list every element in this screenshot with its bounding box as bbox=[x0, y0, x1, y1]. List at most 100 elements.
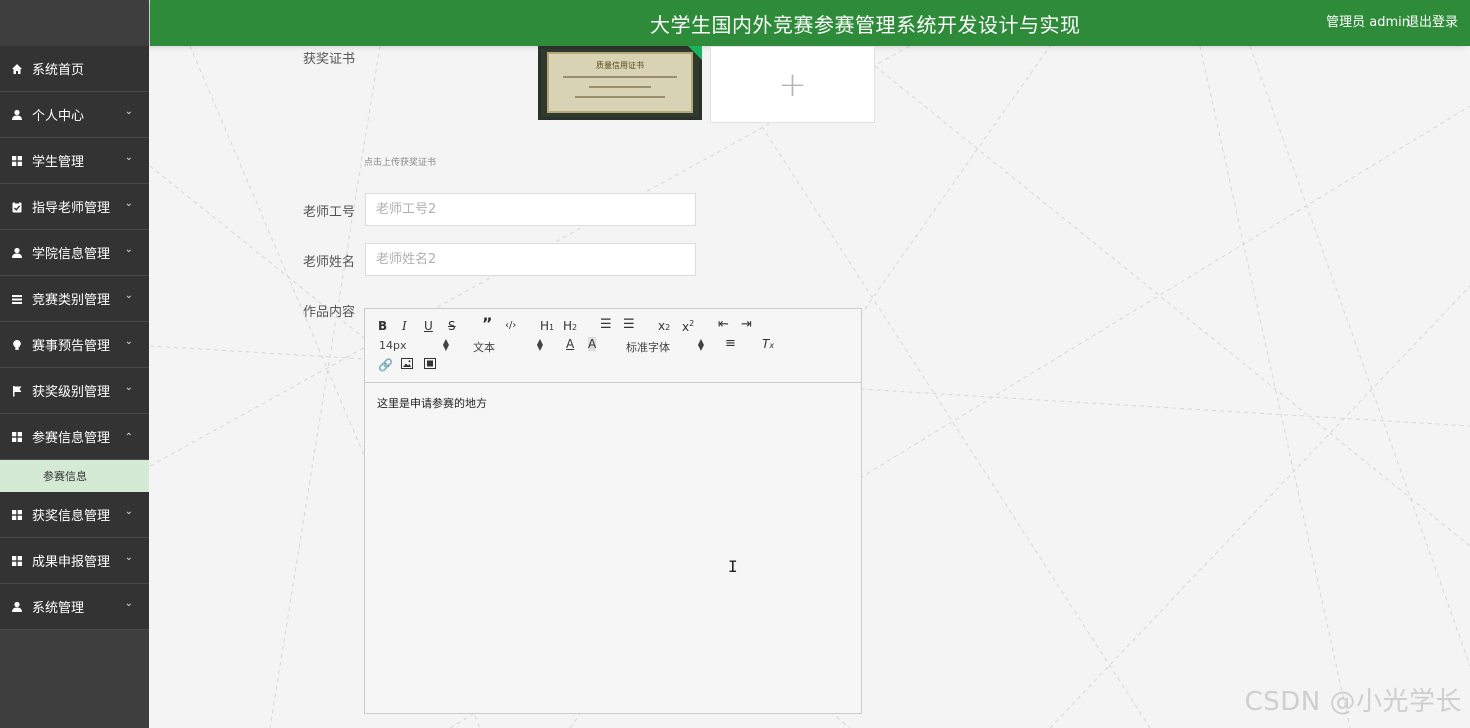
home-icon bbox=[10, 62, 24, 76]
chevron-down-icon: ⌄ bbox=[124, 382, 133, 393]
font-color-icon[interactable]: A bbox=[566, 337, 574, 351]
sidebar-item-label: 获奖级别管理 bbox=[32, 385, 111, 400]
sidebar-item-achievement-report[interactable]: 成果申报管理 ⌄ bbox=[0, 538, 149, 584]
chevron-down-icon: ⌄ bbox=[124, 336, 133, 347]
sidebar-item-student-management[interactable]: 学生管理 ⌄ bbox=[0, 138, 149, 184]
clear-format-icon[interactable]: Tx bbox=[762, 337, 774, 353]
font-family-value: 标准字体 bbox=[626, 341, 670, 354]
certificate-text-line bbox=[563, 76, 677, 78]
heading1-button[interactable]: H1 bbox=[540, 319, 554, 335]
sidebar-item-label: 系统管理 bbox=[32, 601, 85, 616]
sidebar-item-label: 成果申报管理 bbox=[32, 555, 111, 570]
top-header: 大学生国内外竞赛参赛管理系统开发设计与实现 管理员 admin 退出登录 bbox=[150, 0, 1470, 46]
grid-icon bbox=[10, 154, 24, 168]
block-type-value: 文本 bbox=[473, 341, 495, 354]
italic-button[interactable]: I bbox=[402, 319, 407, 333]
link-icon[interactable]: 🔗 bbox=[378, 358, 393, 372]
editor-content[interactable]: 这里是申请参赛的地方 bbox=[365, 383, 861, 713]
list-icon bbox=[10, 292, 24, 306]
font-size-value: 14px bbox=[379, 339, 407, 352]
user-icon bbox=[10, 246, 24, 260]
rich-text-editor: B I U S ” ‹/› H1 H2 ☰ ☰ x2 x2 ⇤ ⇥ 14px ▲ ▼… bbox=[364, 308, 862, 714]
strike-button[interactable]: S bbox=[448, 319, 456, 333]
certificate-label: 获奖证书 bbox=[303, 52, 356, 67]
sidebar-item-label: 参赛信息管理 bbox=[32, 431, 111, 446]
bold-button[interactable]: B bbox=[378, 319, 387, 333]
font-size-select[interactable]: 14px ▲ ▼ bbox=[379, 338, 449, 353]
sidebar-item-system-management[interactable]: 系统管理 ⌄ bbox=[0, 584, 149, 630]
subscript-button[interactable]: x2 bbox=[658, 319, 670, 335]
video-icon[interactable] bbox=[424, 358, 436, 372]
sidebar-subitem-participation-info[interactable]: 参赛信息 bbox=[0, 460, 149, 492]
chevron-down-icon: ⌄ bbox=[124, 290, 133, 301]
superscript-button[interactable]: x2 bbox=[682, 317, 694, 334]
select-caret-icon: ▲ ▼ bbox=[697, 337, 704, 352]
sidebar-item-label: 学院信息管理 bbox=[32, 247, 111, 262]
font-family-select[interactable]: 标准字体 ▲ ▼ bbox=[626, 337, 704, 355]
selected-check-icon bbox=[688, 46, 702, 60]
block-type-select[interactable]: 文本 ▲ ▼ bbox=[473, 337, 543, 355]
indent-icon[interactable]: ⇥ bbox=[741, 318, 752, 332]
plus-icon: + bbox=[778, 64, 807, 105]
heading2-button[interactable]: H2 bbox=[563, 319, 577, 335]
sidebar-item-category-management[interactable]: 竞赛类别管理 ⌄ bbox=[0, 276, 149, 322]
watermark: CSDN @小光学长 bbox=[1244, 687, 1462, 717]
editor-toolbar: B I U S ” ‹/› H1 H2 ☰ ☰ x2 x2 ⇤ ⇥ 14px ▲ ▼… bbox=[365, 309, 861, 383]
ordered-list-icon[interactable]: ☰ bbox=[600, 318, 612, 332]
grid-icon bbox=[10, 430, 24, 444]
sidebar-item-personal-center[interactable]: 个人中心 ⌄ bbox=[0, 92, 149, 138]
sidebar-item-teacher-management[interactable]: 指导老师管理 ⌄ bbox=[0, 184, 149, 230]
sidebar-item-label: 指导老师管理 bbox=[32, 201, 111, 216]
chevron-up-icon: ⌃ bbox=[124, 432, 133, 443]
page-title: 大学生国内外竞赛参赛管理系统开发设计与实现 bbox=[650, 13, 1081, 37]
user-icon bbox=[10, 108, 24, 122]
chevron-down-icon: ⌄ bbox=[124, 506, 133, 517]
sidebar-item-award-level[interactable]: 获奖级别管理 ⌄ bbox=[0, 368, 149, 414]
sidebar-item-home[interactable]: 系统首页 bbox=[0, 46, 149, 92]
quote-icon[interactable]: ” bbox=[482, 316, 493, 332]
sidebar-item-label: 获奖信息管理 bbox=[32, 509, 111, 524]
outdent-icon[interactable]: ⇤ bbox=[718, 318, 729, 332]
select-caret-icon: ▲ ▼ bbox=[536, 337, 543, 352]
teacher-name-label: 老师姓名 bbox=[303, 255, 356, 270]
chevron-down-icon: ⌄ bbox=[124, 152, 133, 163]
teacher-name-input[interactable] bbox=[365, 243, 696, 276]
content-label: 作品内容 bbox=[303, 305, 356, 320]
clipboard-icon bbox=[10, 200, 24, 214]
underline-button[interactable]: U bbox=[424, 319, 433, 333]
sidebar: 系统首页 个人中心 ⌄ 学生管理 ⌄ 指导老师管理 ⌄ 学院信息管理 ⌄ 竞赛类… bbox=[0, 0, 149, 728]
image-icon[interactable] bbox=[401, 358, 413, 372]
teacher-id-label: 老师工号 bbox=[303, 205, 356, 220]
flag-icon bbox=[10, 384, 24, 398]
grid-icon bbox=[10, 508, 24, 522]
sidebar-item-label: 学生管理 bbox=[32, 155, 85, 170]
sidebar-item-award-info[interactable]: 获奖信息管理 ⌄ bbox=[0, 492, 149, 538]
sidebar-logo-area bbox=[0, 0, 149, 46]
text-cursor-icon: I bbox=[728, 557, 738, 576]
chevron-down-icon: ⌄ bbox=[124, 198, 133, 209]
logout-link[interactable]: 退出登录 bbox=[1406, 11, 1458, 30]
chevron-down-icon: ⌄ bbox=[124, 244, 133, 255]
current-user: 管理员 admin bbox=[1326, 15, 1410, 30]
certificate-title: 质量信用证书 bbox=[596, 61, 644, 70]
chevron-down-icon: ⌄ bbox=[124, 106, 133, 117]
sidebar-item-label: 竞赛类别管理 bbox=[32, 293, 111, 308]
code-icon[interactable]: ‹/› bbox=[505, 319, 516, 333]
certificate-image[interactable]: 质量信用证书 bbox=[538, 46, 702, 120]
sidebar-item-label: 个人中心 bbox=[32, 109, 85, 124]
upload-hint: 点击上传获奖证书 bbox=[364, 158, 437, 168]
background-color-icon[interactable]: A bbox=[588, 337, 597, 351]
bulb-icon bbox=[10, 338, 24, 352]
sidebar-item-event-preview[interactable]: 赛事预告管理 ⌄ bbox=[0, 322, 149, 368]
certificate-text-line bbox=[589, 86, 651, 88]
align-icon[interactable]: ≡ bbox=[725, 337, 736, 351]
teacher-id-input[interactable] bbox=[365, 193, 696, 226]
chevron-down-icon: ⌄ bbox=[124, 598, 133, 609]
upload-add-button[interactable]: + bbox=[710, 46, 875, 123]
grid-icon bbox=[10, 554, 24, 568]
sidebar-item-label: 系统首页 bbox=[32, 63, 85, 78]
sidebar-item-college-management[interactable]: 学院信息管理 ⌄ bbox=[0, 230, 149, 276]
sidebar-item-participation-management[interactable]: 参赛信息管理 ⌃ bbox=[0, 414, 149, 460]
bullet-list-icon[interactable]: ☰ bbox=[623, 318, 635, 332]
sidebar-item-label: 赛事预告管理 bbox=[32, 339, 111, 354]
